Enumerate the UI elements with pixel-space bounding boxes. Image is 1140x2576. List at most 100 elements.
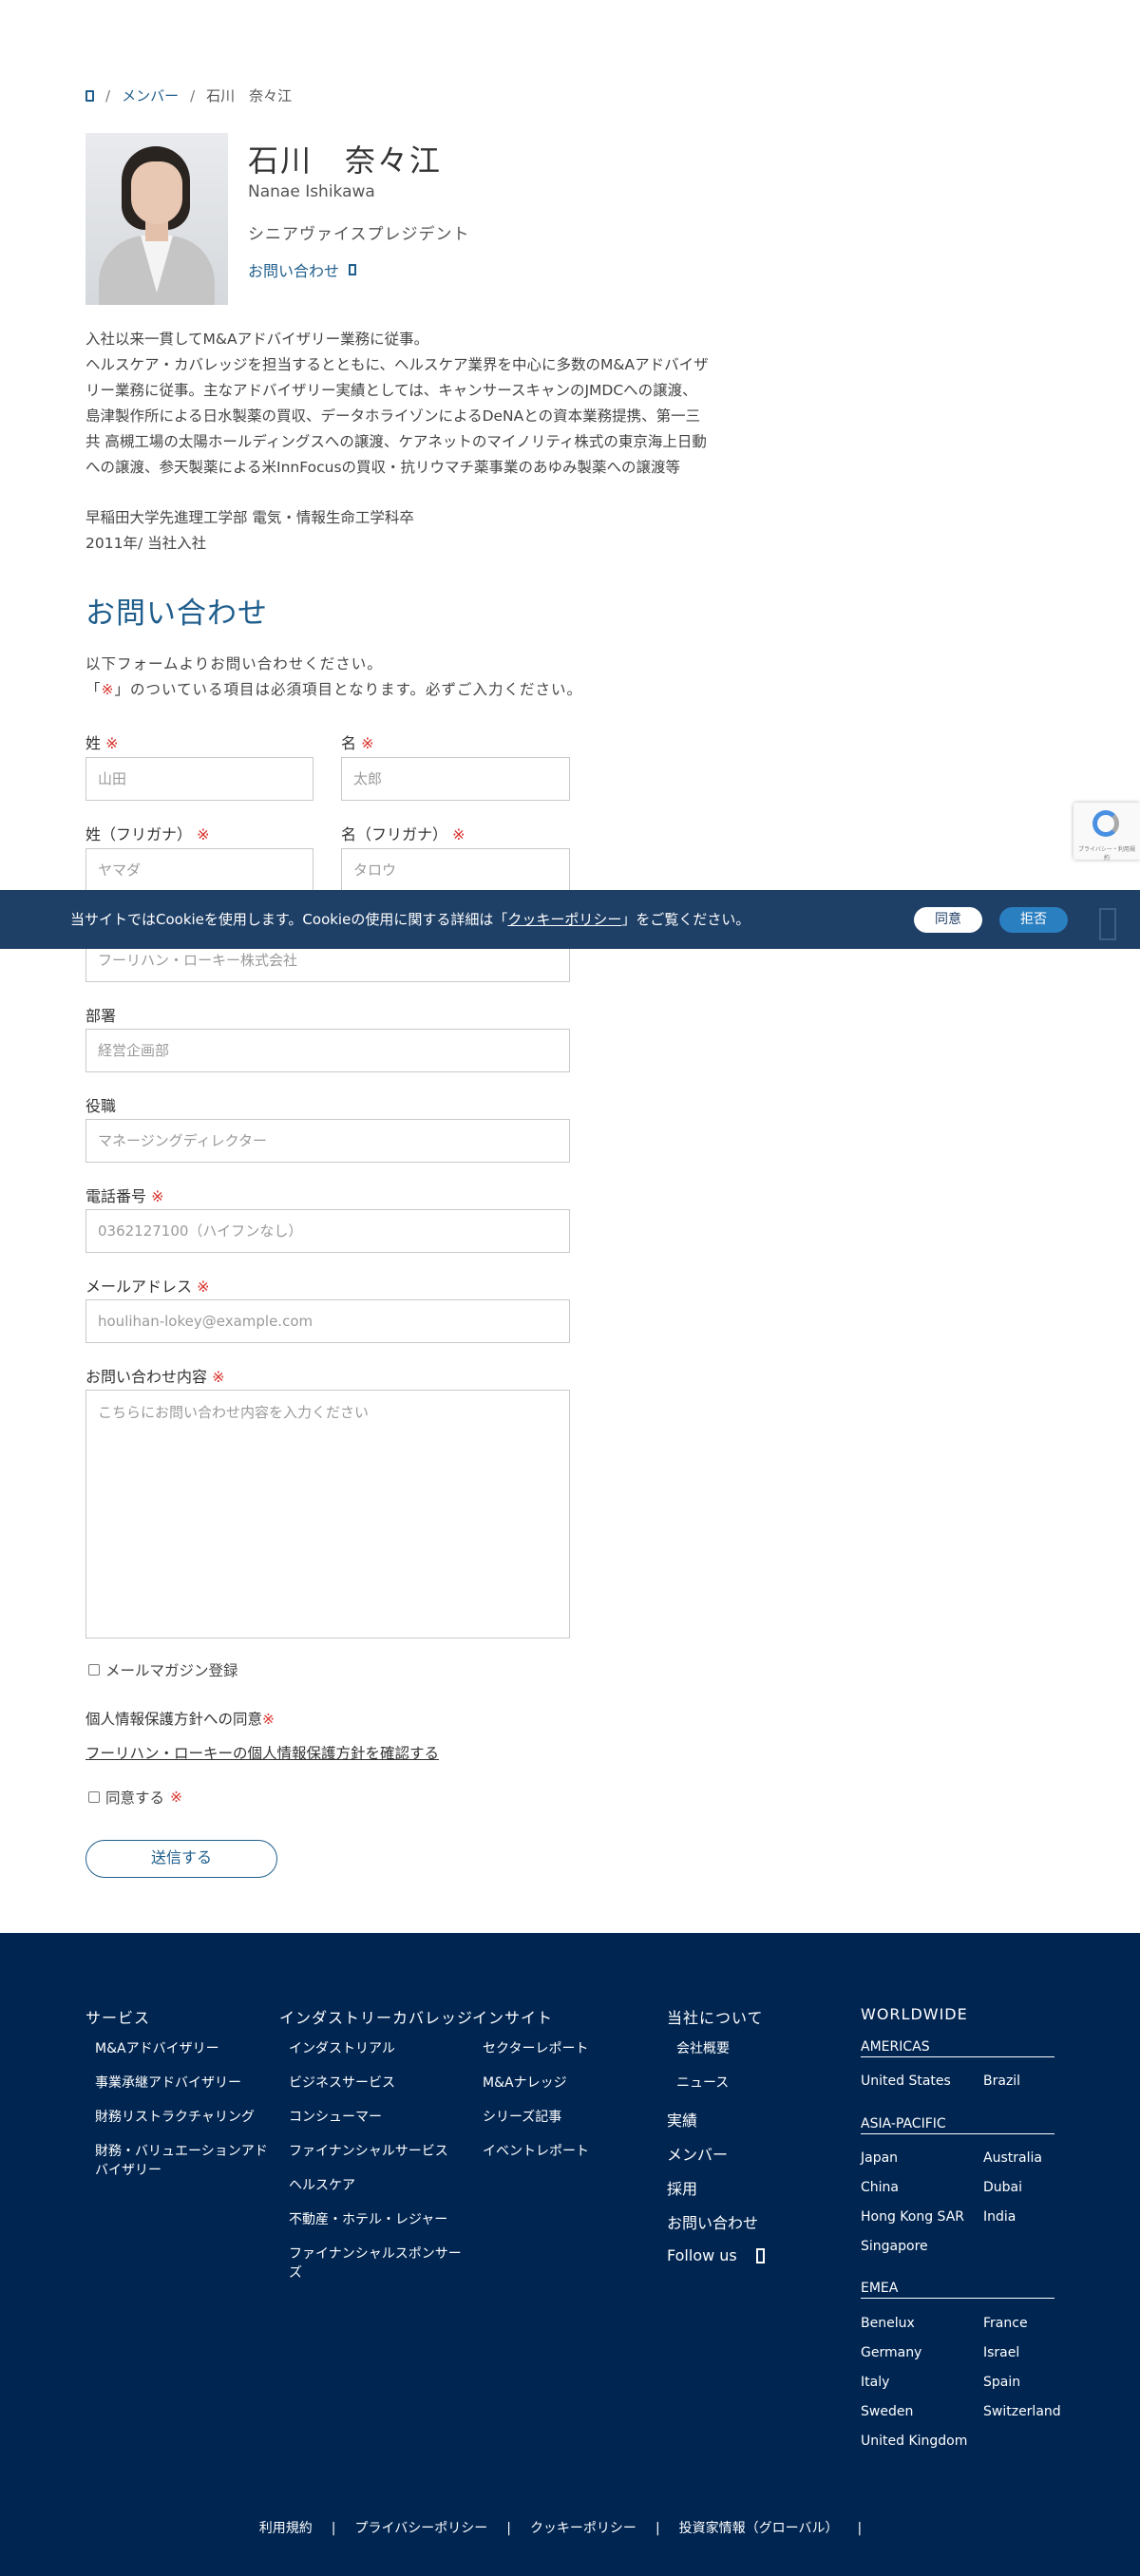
privacy-policy-link[interactable]: フーリハン・ローキーの個人情報保護方針を確認する	[86, 1742, 439, 1763]
footer-country[interactable]: India	[983, 2207, 1016, 2226]
footer-link[interactable]: ニュース	[676, 2074, 729, 2093]
linkedin-icon[interactable]	[755, 2247, 765, 2263]
follow-us[interactable]: Follow us	[667, 2246, 765, 2264]
footer-country[interactable]: Japan	[861, 2149, 898, 2168]
footer-link[interactable]: ヘルスケア	[289, 2176, 355, 2195]
footer-link[interactable]: メンバー	[667, 2142, 728, 2165]
last-kana-label: 姓（フリガナ） ※	[86, 825, 210, 843]
footer-country[interactable]: United States	[861, 2072, 951, 2091]
agree-checkbox[interactable]	[88, 1791, 100, 1803]
newsletter-label: メールマガジン登録	[105, 1662, 238, 1679]
footer-link[interactable]: ズ	[289, 2263, 302, 2282]
department-label: 部署	[86, 1007, 117, 1025]
footer-country[interactable]: Sweden	[861, 2402, 913, 2421]
required-mark: ※	[170, 1789, 183, 1806]
footer-investor-link[interactable]: 投資家情報（グローバル）	[679, 2521, 839, 2536]
cookie-text: 当サイトではCookieを使用します。Cookieの使用に関する詳細は「クッキー…	[70, 911, 750, 928]
footer-company-title[interactable]: 当社について	[667, 2005, 764, 2028]
bio-line: 入社以来一貫してM&Aアドバイザリー業務に従事。	[86, 331, 429, 348]
recaptcha-badge[interactable]: プライバシー・利用規約	[1074, 803, 1140, 862]
footer-country[interactable]: Hong Kong SAR	[861, 2207, 964, 2226]
region-emea: EMEA	[861, 2281, 1054, 2299]
job-title-input[interactable]	[86, 1119, 570, 1163]
footer-worldwide-title: WORLDWIDE	[861, 2005, 968, 2023]
bio-line: 共 高槻工場の太陽ホールディングスへの譲渡、ケアネットのマイノリティ株式の東京海…	[86, 433, 707, 450]
footer-link[interactable]: コンシューマー	[289, 2108, 382, 2127]
member-name-en: Nanae Ishikawa	[248, 182, 375, 201]
footer-cookie-link[interactable]: クッキーポリシー	[530, 2521, 636, 2536]
home-icon[interactable]	[86, 89, 94, 102]
footer-country[interactable]: Switzerland	[983, 2402, 1061, 2421]
footer-link[interactable]: シリーズ記事	[483, 2108, 561, 2127]
newsletter-checkbox[interactable]	[88, 1664, 100, 1676]
footer-country[interactable]: Brazil	[983, 2072, 1020, 2091]
contact-link[interactable]: お問い合わせ	[248, 258, 357, 281]
breadcrumb-separator: /	[190, 86, 196, 104]
footer-country[interactable]: Benelux	[861, 2314, 915, 2333]
first-name-input[interactable]	[341, 757, 570, 801]
first-kana-input[interactable]	[341, 848, 570, 892]
newsletter-option[interactable]: メールマガジン登録	[88, 1659, 238, 1680]
footer-industry-title[interactable]: インダストリーカバレッジ	[279, 2005, 473, 2028]
footer-country[interactable]: Italy	[861, 2373, 889, 2392]
cookie-policy-link[interactable]: クッキーポリシー	[507, 911, 621, 928]
footer-country[interactable]: United Kingdom	[861, 2432, 967, 2451]
phone-label: 電話番号 ※	[86, 1187, 164, 1205]
footer-terms-link[interactable]: 利用規約	[259, 2521, 313, 2536]
email-label: メールアドレス ※	[86, 1278, 210, 1296]
phone-input[interactable]	[86, 1209, 570, 1253]
footer-link[interactable]: M&Aアドバイザリー	[95, 2039, 219, 2058]
footer-link[interactable]: インダストリアル	[289, 2039, 395, 2058]
last-name-input[interactable]	[86, 757, 314, 801]
contact-form-intro: 以下フォームよりお問い合わせください。 「※」のついている項目は必須項目となりま…	[86, 652, 582, 703]
footer-link[interactable]: ファイナンシャルスポンサー	[289, 2245, 462, 2263]
footer-link[interactable]: お問い合わせ	[667, 2210, 758, 2233]
department-input[interactable]	[86, 1029, 570, 1072]
close-icon[interactable]	[1099, 908, 1116, 940]
recaptcha-terms[interactable]: プライバシー・利用規約	[1077, 844, 1136, 862]
cookie-agree-button[interactable]: 同意	[914, 907, 982, 933]
footer-country[interactable]: Spain	[983, 2373, 1020, 2392]
breadcrumb-members-link[interactable]: メンバー	[122, 85, 179, 105]
external-link-icon	[349, 264, 357, 275]
footer-link[interactable]: ファイナンシャルサービス	[289, 2142, 448, 2161]
footer-country[interactable]: Singapore	[861, 2237, 928, 2256]
footer-link[interactable]: 事業承継アドバイザリー	[95, 2074, 241, 2093]
bio-line: リー業務に従事。主なアドバイザリー実績としては、キャンサースキャンのJMDCへの…	[86, 382, 697, 399]
intro-line: 「※」のついている項目は必須項目となります。必ずご入力ください。	[86, 681, 583, 698]
email-input[interactable]	[86, 1299, 570, 1343]
footer-link[interactable]: 不動産・ホテル・レジャー	[289, 2210, 447, 2229]
footer-services-title[interactable]: サービス	[86, 2005, 150, 2028]
footer-insight-title[interactable]: インサイト	[472, 2005, 553, 2028]
footer-link[interactable]: イベントレポート	[483, 2142, 589, 2161]
member-bio: 入社以来一貫してM&Aアドバイザリー業務に従事。 ヘルスケア・カバレッジを担当す…	[86, 327, 770, 481]
follow-us-label: Follow us	[667, 2246, 737, 2264]
footer-country[interactable]: Australia	[983, 2149, 1042, 2168]
footer-link[interactable]: 財務・バリュエーションアド	[95, 2142, 268, 2161]
message-textarea[interactable]	[86, 1390, 570, 1638]
footer-link[interactable]: ビジネスサービス	[289, 2074, 395, 2093]
footer-link[interactable]: 財務リストラクチャリング	[95, 2108, 255, 2127]
footer-link[interactable]: セクターレポート	[483, 2039, 588, 2058]
footer-country[interactable]: Dubai	[983, 2178, 1022, 2197]
footer-link[interactable]: バイザリー	[95, 2161, 162, 2180]
recaptcha-icon	[1092, 810, 1119, 837]
footer-country[interactable]: Israel	[983, 2343, 1019, 2362]
footer-link[interactable]: 会社概要	[676, 2039, 730, 2058]
footer-country[interactable]: Germany	[861, 2343, 922, 2362]
footer-link[interactable]: 実績	[667, 2108, 697, 2131]
last-kana-input[interactable]	[86, 848, 314, 892]
first-name-label: 名 ※	[341, 734, 374, 752]
intro-line: 以下フォームよりお問い合わせください。	[86, 655, 383, 672]
footer-privacy-link[interactable]: プライバシーポリシー	[354, 2521, 487, 2536]
footer-country[interactable]: France	[983, 2314, 1028, 2333]
submit-button[interactable]: 送信する	[86, 1840, 277, 1878]
footer-link[interactable]: M&Aナレッジ	[483, 2074, 567, 2093]
footer-link[interactable]: 採用	[667, 2176, 697, 2199]
agree-option[interactable]: 同意する ※	[88, 1787, 182, 1808]
breadcrumb-separator: /	[105, 86, 111, 104]
breadcrumb: / メンバー / 石川 奈々江	[86, 85, 292, 105]
bio-line: 島津製作所による日水製薬の買収、データホライゾンによるDeNAとの資本業務提携、…	[86, 407, 701, 425]
cookie-refuse-button[interactable]: 拒否	[999, 907, 1068, 933]
footer-country[interactable]: China	[861, 2178, 899, 2197]
